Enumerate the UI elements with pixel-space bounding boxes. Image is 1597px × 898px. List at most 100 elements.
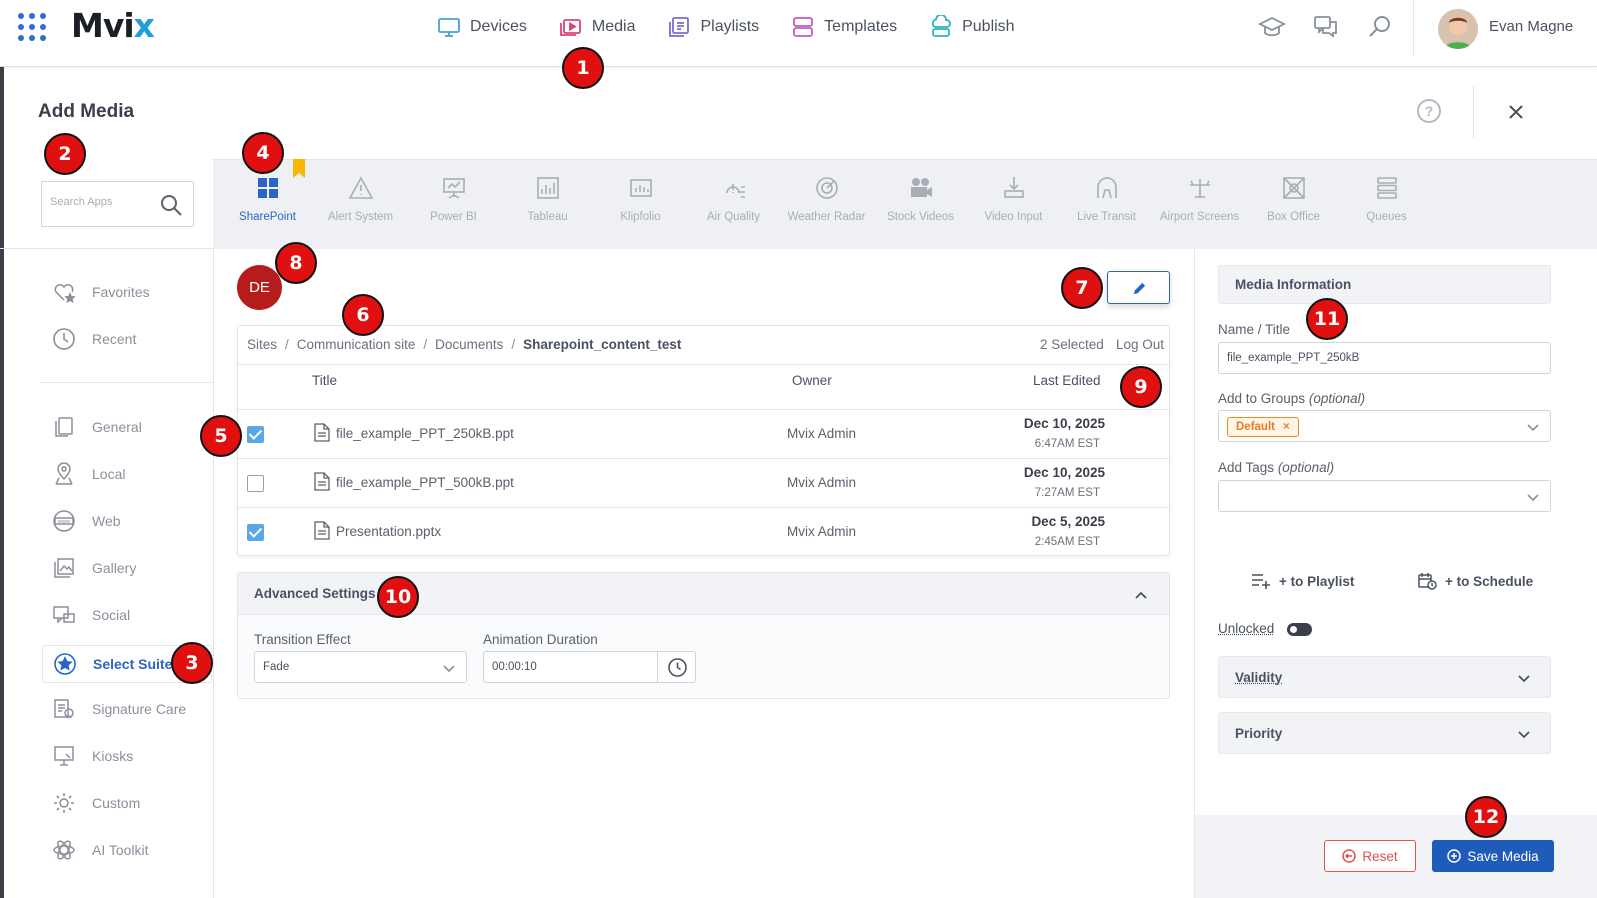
- sidebar-item-custom[interactable]: Custom: [52, 791, 140, 815]
- transition-effect-select[interactable]: Fade: [254, 651, 467, 683]
- sidebar-item-local[interactable]: Local: [52, 462, 125, 486]
- app-label: Video Input: [984, 211, 1043, 223]
- name-title-field[interactable]: file_example_PPT_250kB: [1218, 342, 1551, 374]
- logout-link[interactable]: Log Out: [1116, 337, 1164, 352]
- file-name[interactable]: file_example_PPT_500kB.ppt: [336, 475, 514, 490]
- klipfolio-icon: [629, 179, 652, 197]
- column-header-owner[interactable]: Owner: [792, 373, 832, 388]
- add-to-schedule-button[interactable]: + to Schedule: [1417, 572, 1533, 590]
- save-media-button[interactable]: Save Media: [1432, 840, 1554, 872]
- social-icon: [53, 606, 75, 624]
- column-header-title[interactable]: Title: [312, 373, 337, 388]
- row-checkbox[interactable]: [247, 475, 264, 492]
- chevron-up-icon[interactable]: [1133, 587, 1149, 603]
- search-apps-field[interactable]: [41, 181, 194, 227]
- tags-select[interactable]: [1218, 480, 1551, 512]
- app-tile-sharepoint[interactable]: SharePoint: [221, 172, 314, 223]
- app-tile-live-transit[interactable]: Live Transit: [1060, 172, 1153, 223]
- validity-accordion[interactable]: Validity: [1218, 656, 1551, 698]
- heart-star-icon: [54, 284, 76, 304]
- nav-item-media[interactable]: Media: [559, 15, 635, 39]
- chat-icon[interactable]: [1312, 13, 1340, 41]
- sidebar-item-label: Gallery: [92, 560, 137, 576]
- add-to-playlist-button[interactable]: + to Playlist: [1251, 572, 1354, 590]
- file-name[interactable]: file_example_PPT_250kB.ppt: [336, 426, 514, 441]
- nav-item-templates[interactable]: Templates: [791, 15, 897, 39]
- priority-accordion[interactable]: Priority: [1218, 712, 1551, 754]
- sidebar-item-signature-care[interactable]: Signature Care: [52, 697, 186, 721]
- unlocked-label[interactable]: Unlocked: [1218, 621, 1274, 636]
- document-icon: [314, 472, 330, 491]
- row-checkbox[interactable]: [247, 524, 264, 541]
- file-date: Dec 5, 2025: [1031, 514, 1105, 529]
- app-tile-air-quality[interactable]: Air Quality: [687, 172, 780, 223]
- app-launcher-icon[interactable]: [16, 11, 48, 43]
- nav-item-publish[interactable]: Publish: [929, 15, 1015, 39]
- sidebar-item-ai-toolkit[interactable]: AI Toolkit: [52, 838, 149, 862]
- reset-button[interactable]: Reset: [1324, 840, 1416, 872]
- sidebar-item-social[interactable]: Social: [52, 603, 130, 627]
- app-tile-alert-system[interactable]: Alert System: [314, 172, 407, 223]
- nav-label: Publish: [962, 18, 1015, 35]
- app-tile-video-input[interactable]: Video Input: [967, 172, 1060, 223]
- clock-icon[interactable]: [667, 657, 688, 678]
- app-tile-airport-screens[interactable]: Airport Screens: [1153, 172, 1246, 223]
- file-name[interactable]: Presentation.pptx: [336, 524, 441, 539]
- sidebar-item-web[interactable]: www Web: [52, 509, 121, 533]
- sidebar-item-favorites[interactable]: Favorites: [52, 280, 150, 304]
- app-tile-klipfolio[interactable]: Klipfolio: [594, 172, 687, 223]
- nav-item-playlists[interactable]: Playlists: [667, 15, 759, 39]
- help-icon[interactable]: ?: [1417, 99, 1441, 123]
- search-input[interactable]: [50, 196, 150, 208]
- animation-duration-field[interactable]: 00:00:10: [483, 651, 696, 683]
- search-icon[interactable]: [1366, 13, 1394, 41]
- bookmark-icon[interactable]: [292, 159, 306, 179]
- sidebar-item-kiosks[interactable]: Kiosks: [52, 744, 133, 768]
- column-header-last-edited[interactable]: Last Edited: [1033, 373, 1101, 388]
- academy-cap-icon[interactable]: [1257, 13, 1287, 41]
- breadcrumb-item[interactable]: Sites: [247, 337, 277, 352]
- chip-remove-icon[interactable]: ×: [1283, 418, 1290, 436]
- table-row[interactable]: Presentation.pptx Mvix Admin Dec 5, 2025…: [238, 508, 1169, 557]
- sidebar-item-gallery[interactable]: Gallery: [52, 556, 136, 580]
- sidebar-item-general[interactable]: General: [52, 415, 142, 439]
- breadcrumb-item[interactable]: Communication site: [297, 337, 416, 352]
- app-tile-power-bi[interactable]: Power BI: [407, 172, 500, 223]
- duration-value: 00:00:10: [492, 661, 537, 673]
- chevron-down-icon: [1527, 494, 1539, 502]
- add-tags-label: Add Tags (optional): [1218, 460, 1335, 475]
- divider: [657, 652, 658, 682]
- table-row[interactable]: file_example_PPT_250kB.ppt Mvix Admin De…: [238, 410, 1169, 459]
- document-icon: [314, 521, 330, 540]
- tableau-icon: [536, 177, 559, 199]
- search-icon[interactable]: [159, 193, 183, 217]
- media-information-header: Media Information: [1218, 265, 1551, 304]
- app-tile-weather-radar[interactable]: Weather Radar: [780, 172, 873, 223]
- chevron-down-icon: [1518, 731, 1530, 739]
- user-name[interactable]: Evan Magne: [1489, 18, 1573, 35]
- nav-item-devices[interactable]: Devices: [437, 15, 527, 39]
- sidebar-item-label: Kiosks: [92, 748, 134, 764]
- table-row[interactable]: file_example_PPT_500kB.ppt Mvix Admin De…: [238, 459, 1169, 508]
- sidebar-item-recent[interactable]: Recent: [52, 327, 136, 351]
- transition-effect-label: Transition Effect: [254, 632, 351, 647]
- app-tile-box-office[interactable]: Box Office: [1247, 172, 1340, 223]
- box-office-icon: [1282, 177, 1305, 199]
- app-tile-tableau[interactable]: Tableau: [501, 172, 594, 223]
- avatar[interactable]: [1438, 9, 1478, 49]
- close-icon[interactable]: [1505, 101, 1527, 123]
- step-marker: 3: [171, 642, 213, 684]
- app-tile-queues[interactable]: Queues: [1340, 172, 1433, 223]
- publish-cloud-icon: [932, 15, 951, 37]
- lock-toggle[interactable]: [1287, 623, 1312, 636]
- row-checkbox[interactable]: [247, 426, 264, 443]
- groups-select[interactable]: Default ×: [1218, 410, 1551, 442]
- edit-button[interactable]: [1107, 271, 1170, 304]
- app-tile-stock-videos[interactable]: Stock Videos: [874, 172, 967, 223]
- alert-icon: [348, 176, 373, 199]
- app-label: Queues: [1366, 211, 1407, 223]
- templates-icon: [793, 17, 814, 37]
- sidebar-item-label: Web: [92, 513, 121, 529]
- breadcrumb-item[interactable]: Documents: [435, 337, 503, 352]
- account-avatar[interactable]: DE: [237, 265, 282, 310]
